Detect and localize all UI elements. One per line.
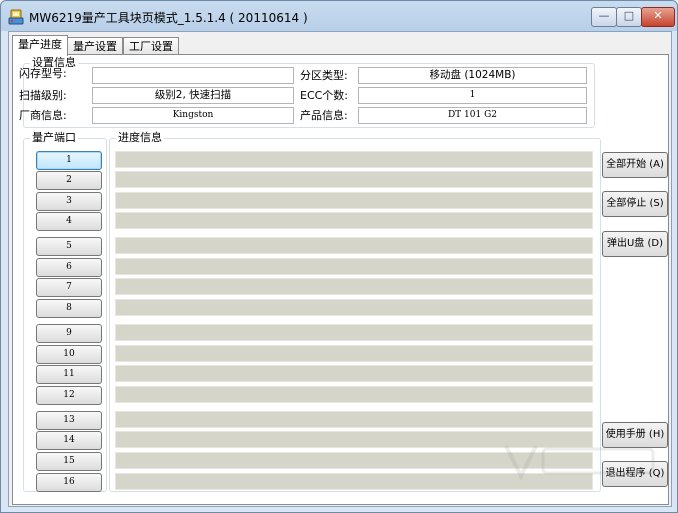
vendor-label: 厂商信息:: [19, 109, 67, 122]
progress-bar-8: [115, 299, 593, 316]
tab-progress[interactable]: 量产进度: [12, 35, 68, 56]
progress-bar-11: [115, 365, 593, 382]
progress-bar-1: [115, 151, 593, 168]
port-button-6[interactable]: 6: [36, 258, 102, 277]
port-button-9[interactable]: 9: [36, 324, 102, 343]
port-button-15[interactable]: 15: [36, 452, 102, 471]
progress-bar-13: [115, 411, 593, 428]
minimize-button[interactable]: —: [591, 7, 617, 27]
ecc-label: ECC个数:: [300, 89, 349, 102]
settings-group: 设置信息 闪存型号: 分区类型: 移动盘 (1024MB) 扫描级别: 级别2,…: [19, 56, 595, 128]
port-button-8[interactable]: 8: [36, 299, 102, 318]
progress-bar-5: [115, 237, 593, 254]
minimize-icon: —: [598, 9, 610, 22]
progress-bar-10: [115, 345, 593, 362]
app-window: MW6219量产工具块页模式_1.5.1.4 ( 20110614 ) — □ …: [0, 0, 678, 513]
title-bar[interactable]: MW6219量产工具块页模式_1.5.1.4 ( 20110614 ) — □ …: [1, 1, 677, 31]
progress-bar-6: [115, 258, 593, 275]
progress-bar-3: [115, 192, 593, 209]
vendor-field: Kingston: [92, 107, 294, 124]
tab-factory-settings[interactable]: 工厂设置: [123, 37, 179, 55]
progress-bar-9: [115, 324, 593, 341]
progress-bar-7: [115, 278, 593, 295]
ports-group-title: 量产端口: [30, 131, 78, 145]
port-button-12[interactable]: 12: [36, 386, 102, 405]
port-button-14[interactable]: 14: [36, 431, 102, 450]
port-button-16[interactable]: 16: [36, 473, 102, 492]
port-button-7[interactable]: 7: [36, 278, 102, 297]
maximize-icon: □: [623, 9, 635, 22]
window-title: MW6219量产工具块页模式_1.5.1.4 ( 20110614 ): [29, 11, 308, 25]
scan-level-label: 扫描级别:: [19, 89, 67, 102]
partition-type-field: 移动盘 (1024MB): [358, 67, 587, 84]
port-button-11[interactable]: 11: [36, 365, 102, 384]
client-area: 量产进度 量产设置 工厂设置 设置信息 闪存型号: 分区类型: 移动盘 (102…: [8, 31, 672, 507]
port-button-10[interactable]: 10: [36, 345, 102, 364]
close-button[interactable]: ✕: [641, 7, 675, 27]
port-button-3[interactable]: 3: [36, 192, 102, 211]
product-label: 产品信息:: [300, 109, 348, 122]
start-all-button[interactable]: 全部开始 (A): [602, 152, 668, 178]
partition-type-label: 分区类型:: [300, 69, 348, 82]
app-icon: [8, 9, 24, 25]
port-button-13[interactable]: 13: [36, 411, 102, 430]
flash-model-label: 闪存型号:: [19, 67, 67, 80]
port-button-5[interactable]: 5: [36, 237, 102, 256]
progress-bar-4: [115, 212, 593, 229]
progress-bar-2: [115, 171, 593, 188]
tab-page-progress: 设置信息 闪存型号: 分区类型: 移动盘 (1024MB) 扫描级别: 级别2,…: [12, 54, 669, 505]
port-button-4[interactable]: 4: [36, 212, 102, 231]
progress-bar-12: [115, 386, 593, 403]
tab-production-settings[interactable]: 量产设置: [67, 37, 123, 55]
product-field: DT 101 G2: [358, 107, 587, 124]
close-icon: ✕: [653, 9, 663, 22]
eject-usb-button[interactable]: 弹出U盘 (D): [602, 231, 668, 257]
progress-group-title: 进度信息: [116, 131, 164, 145]
watermark-logo: [504, 445, 655, 481]
maximize-button[interactable]: □: [616, 7, 642, 27]
scan-level-field: 级别2, 快速扫描: [92, 87, 294, 104]
flash-model-field: [92, 67, 294, 84]
stop-all-button[interactable]: 全部停止 (S): [602, 191, 668, 217]
port-button-2[interactable]: 2: [36, 171, 102, 190]
ecc-field: 1: [358, 87, 587, 104]
port-button-1[interactable]: 1: [36, 151, 102, 170]
